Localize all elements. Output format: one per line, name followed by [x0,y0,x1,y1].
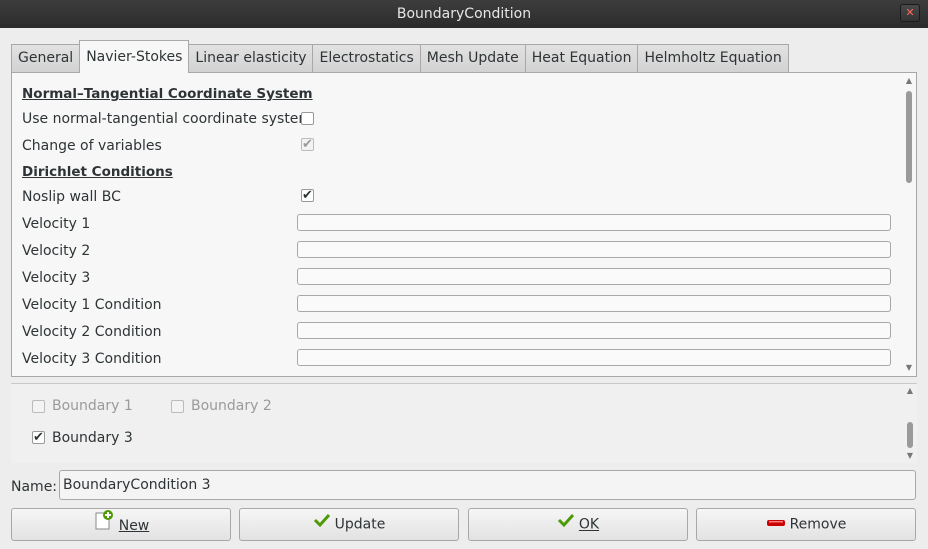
window-title: BoundaryCondition [396,6,532,22]
settings-scrollbar[interactable]: ▲ ▼ [904,76,914,373]
velocity-1-condition-input[interactable] [297,295,891,312]
change-variables-label: Change of variables [22,138,162,154]
tab-heat-equation[interactable]: Heat Equation [524,44,639,72]
noslip-checkbox[interactable]: ✔ [301,189,314,202]
title-bar: BoundaryCondition ✕ [0,0,928,28]
tab-electrostatics[interactable]: Electrostatics [312,44,421,72]
name-label: Name: [11,479,58,495]
tab-helmholtz-equation[interactable]: Helmholtz Equation [637,44,789,72]
navier-stokes-panel: Normal–Tangential Coordinate System Use … [11,72,917,377]
boundary-scrollbar[interactable]: ▲ ▼ [905,386,915,461]
update-button[interactable]: Update [239,508,459,541]
close-icon[interactable]: ✕ [900,4,920,22]
change-variables-checkbox[interactable]: ✔ [301,138,314,151]
checkmark-icon [557,509,575,540]
settings-scroll-area: Normal–Tangential Coordinate System Use … [12,73,902,376]
section-normal-tangential: Normal–Tangential Coordinate System [22,86,313,102]
velocity-1-condition-label: Velocity 1 Condition [22,297,162,313]
checkmark-icon [313,509,331,540]
update-button-label: Update [334,516,386,533]
noslip-label: Noslip wall BC [22,189,121,205]
scroll-up-icon[interactable]: ▲ [904,76,914,86]
boundary-scrollbar-thumb[interactable] [907,422,913,448]
name-field[interactable]: BoundaryCondition 3 [59,470,916,500]
use-nt-checkbox[interactable] [301,112,314,125]
velocity-1-input[interactable] [297,214,891,231]
velocity-3-input[interactable] [297,268,891,285]
velocity-3-label: Velocity 3 [22,270,91,286]
velocity-2-input[interactable] [297,241,891,258]
velocity-1-label: Velocity 1 [22,216,91,232]
tab-bar: General Navier-Stokes Linear elasticity … [11,40,789,73]
use-nt-label: Use normal-tangential coordinate system [22,111,313,127]
boundary-scroll-down-icon[interactable]: ▼ [905,451,915,461]
tab-linear-elasticity[interactable]: Linear elasticity [188,44,314,72]
remove-button[interactable]: Remove [696,508,916,541]
ok-button[interactable]: OK [468,508,688,541]
boundary-2-checkbox[interactable] [171,400,184,413]
scroll-down-icon[interactable]: ▼ [904,363,914,373]
boundary-3-checkbox[interactable]: ✔ [32,431,45,444]
new-document-icon [93,509,115,543]
velocity-3-condition-input[interactable] [297,349,891,366]
remove-button-label: Remove [789,516,847,533]
velocity-2-condition-input[interactable] [297,322,891,339]
boundary-scroll-up-icon[interactable]: ▲ [905,386,915,396]
tab-navier-stokes[interactable]: Navier-Stokes [79,40,190,73]
ok-button-label: OK [578,516,600,533]
velocity-3-condition-label: Velocity 3 Condition [22,351,162,367]
new-button-label: New [118,518,150,534]
boundary-1-checkbox[interactable] [32,400,45,413]
tab-general[interactable]: General [11,44,81,72]
velocity-2-condition-label: Velocity 2 Condition [22,324,162,340]
remove-icon [766,509,786,540]
new-button[interactable]: New [11,508,231,541]
scrollbar-thumb[interactable] [906,91,912,183]
section-dirichlet: Dirichlet Conditions [22,164,173,180]
velocity-2-label: Velocity 2 [22,243,91,259]
boundary-3-label: Boundary 3 [52,430,133,446]
boundary-1-label: Boundary 1 [52,398,133,414]
boundary-list: Boundary 1 Boundary 2 ✔ Boundary 3 ▲ ▼ [11,383,917,463]
tab-mesh-update[interactable]: Mesh Update [419,44,526,72]
boundary-2-label: Boundary 2 [191,398,272,414]
